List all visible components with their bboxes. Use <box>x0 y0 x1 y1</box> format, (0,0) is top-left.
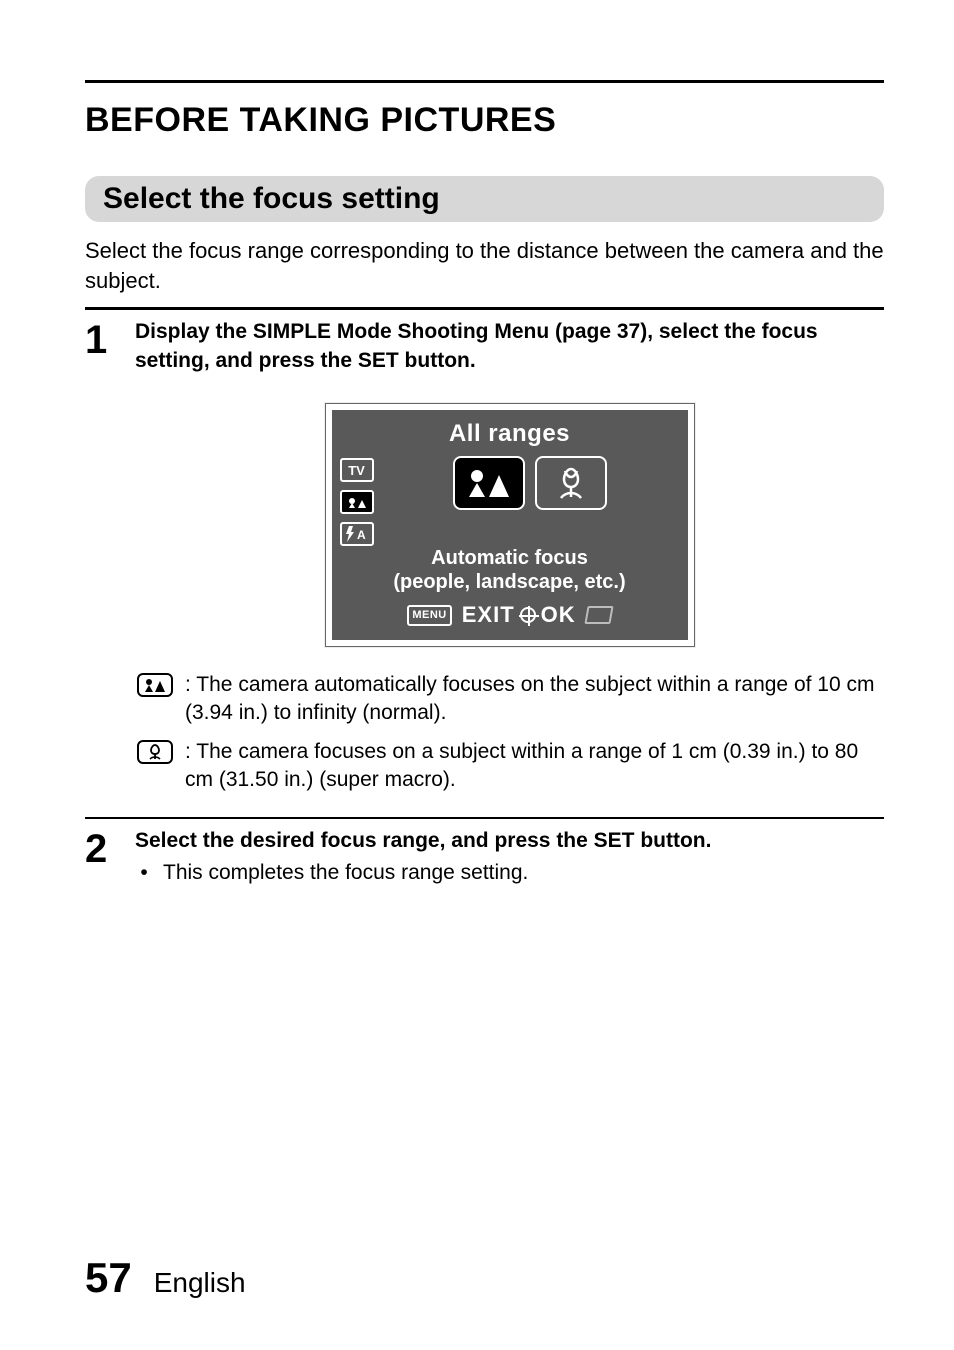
def-normal-icon-wrap <box>135 671 175 728</box>
focus-option-normal[interactable] <box>453 456 525 510</box>
screen-title: All ranges <box>332 410 688 456</box>
step-1-number: 1 <box>85 318 135 804</box>
step-1-body: Display the SIMPLE Mode Shooting Menu (p… <box>135 318 884 804</box>
exit-text: EXIT <box>462 600 515 630</box>
section-heading-text: Select the focus setting <box>103 182 440 215</box>
step-1-text: Display the SIMPLE Mode Shooting Menu (p… <box>135 320 818 371</box>
def-macro-text: : The camera focuses on a subject within… <box>185 738 884 795</box>
joystick-icon <box>520 607 536 623</box>
step-2-text: Select the desired focus range, and pres… <box>135 827 884 855</box>
def-macro-desc: The camera focuses on a subject within a… <box>185 740 858 791</box>
screen-caption-line1: Automatic focus <box>338 546 682 570</box>
page: BEFORE TAKING PICTURES Select the focus … <box>0 0 954 1350</box>
focus-options <box>380 456 688 516</box>
screen-caption: Automatic focus (people, landscape, etc.… <box>332 546 688 598</box>
screen-caption-line2: (people, landscape, etc.) <box>338 570 682 594</box>
camera-screen-wrap: All ranges TV A <box>135 403 884 647</box>
menu-chip-icon: MENU <box>407 605 451 626</box>
step-2-body: Select the desired focus range, and pres… <box>135 827 884 888</box>
def-macro: : The camera focuses on a subject within… <box>135 738 884 795</box>
def-normal-text: : The camera automatically focuses on th… <box>185 671 884 728</box>
page-number: 57 <box>85 1254 132 1302</box>
page-language: English <box>154 1267 246 1299</box>
camera-screen: All ranges TV A <box>325 403 695 647</box>
def-macro-icon-wrap <box>135 738 175 795</box>
focus-definitions: : The camera automatically focuses on th… <box>135 671 884 794</box>
person-mountain-icon <box>137 673 173 697</box>
page-title: BEFORE TAKING PICTURES <box>85 101 884 140</box>
top-rule <box>85 80 884 83</box>
tulip-icon <box>547 465 595 501</box>
camera-screen-inner: All ranges TV A <box>332 410 688 640</box>
tulip-icon <box>137 740 173 764</box>
step-1: 1 Display the SIMPLE Mode Shooting Menu … <box>85 318 884 804</box>
svg-text:A: A <box>357 528 366 542</box>
step-2-bullet-text: This completes the focus range setting. <box>163 859 528 887</box>
ok-text: OK <box>541 600 576 630</box>
page-footer: 57 English <box>85 1254 246 1302</box>
step-rule <box>85 307 884 310</box>
step-rule-2 <box>85 817 884 819</box>
flash-auto-icon: A <box>340 522 374 546</box>
step-2-bullet: • This completes the focus range setting… <box>135 859 884 887</box>
screen-row: TV A <box>332 456 688 546</box>
page-flag-icon <box>584 606 613 624</box>
focus-mode-icon <box>340 490 374 514</box>
focus-option-macro[interactable] <box>535 456 607 510</box>
step-2-number: 2 <box>85 827 135 888</box>
person-mountain-icon <box>463 465 515 501</box>
screen-side-icons: TV A <box>332 456 380 546</box>
section-lead: Select the focus range corresponding to … <box>85 236 884 295</box>
steps: 1 Display the SIMPLE Mode Shooting Menu … <box>85 307 884 887</box>
bullet-dot: • <box>135 859 153 887</box>
def-normal: : The camera automatically focuses on th… <box>135 671 884 728</box>
section-heading: Select the focus setting <box>85 176 884 222</box>
exit-label: EXIT OK <box>462 600 576 630</box>
step-2: 2 Select the desired focus range, and pr… <box>85 827 884 888</box>
tv-mode-icon: TV <box>340 458 374 482</box>
screen-footer: MENU EXIT OK <box>332 598 688 634</box>
def-normal-desc: The camera automatically focuses on the … <box>185 673 874 724</box>
